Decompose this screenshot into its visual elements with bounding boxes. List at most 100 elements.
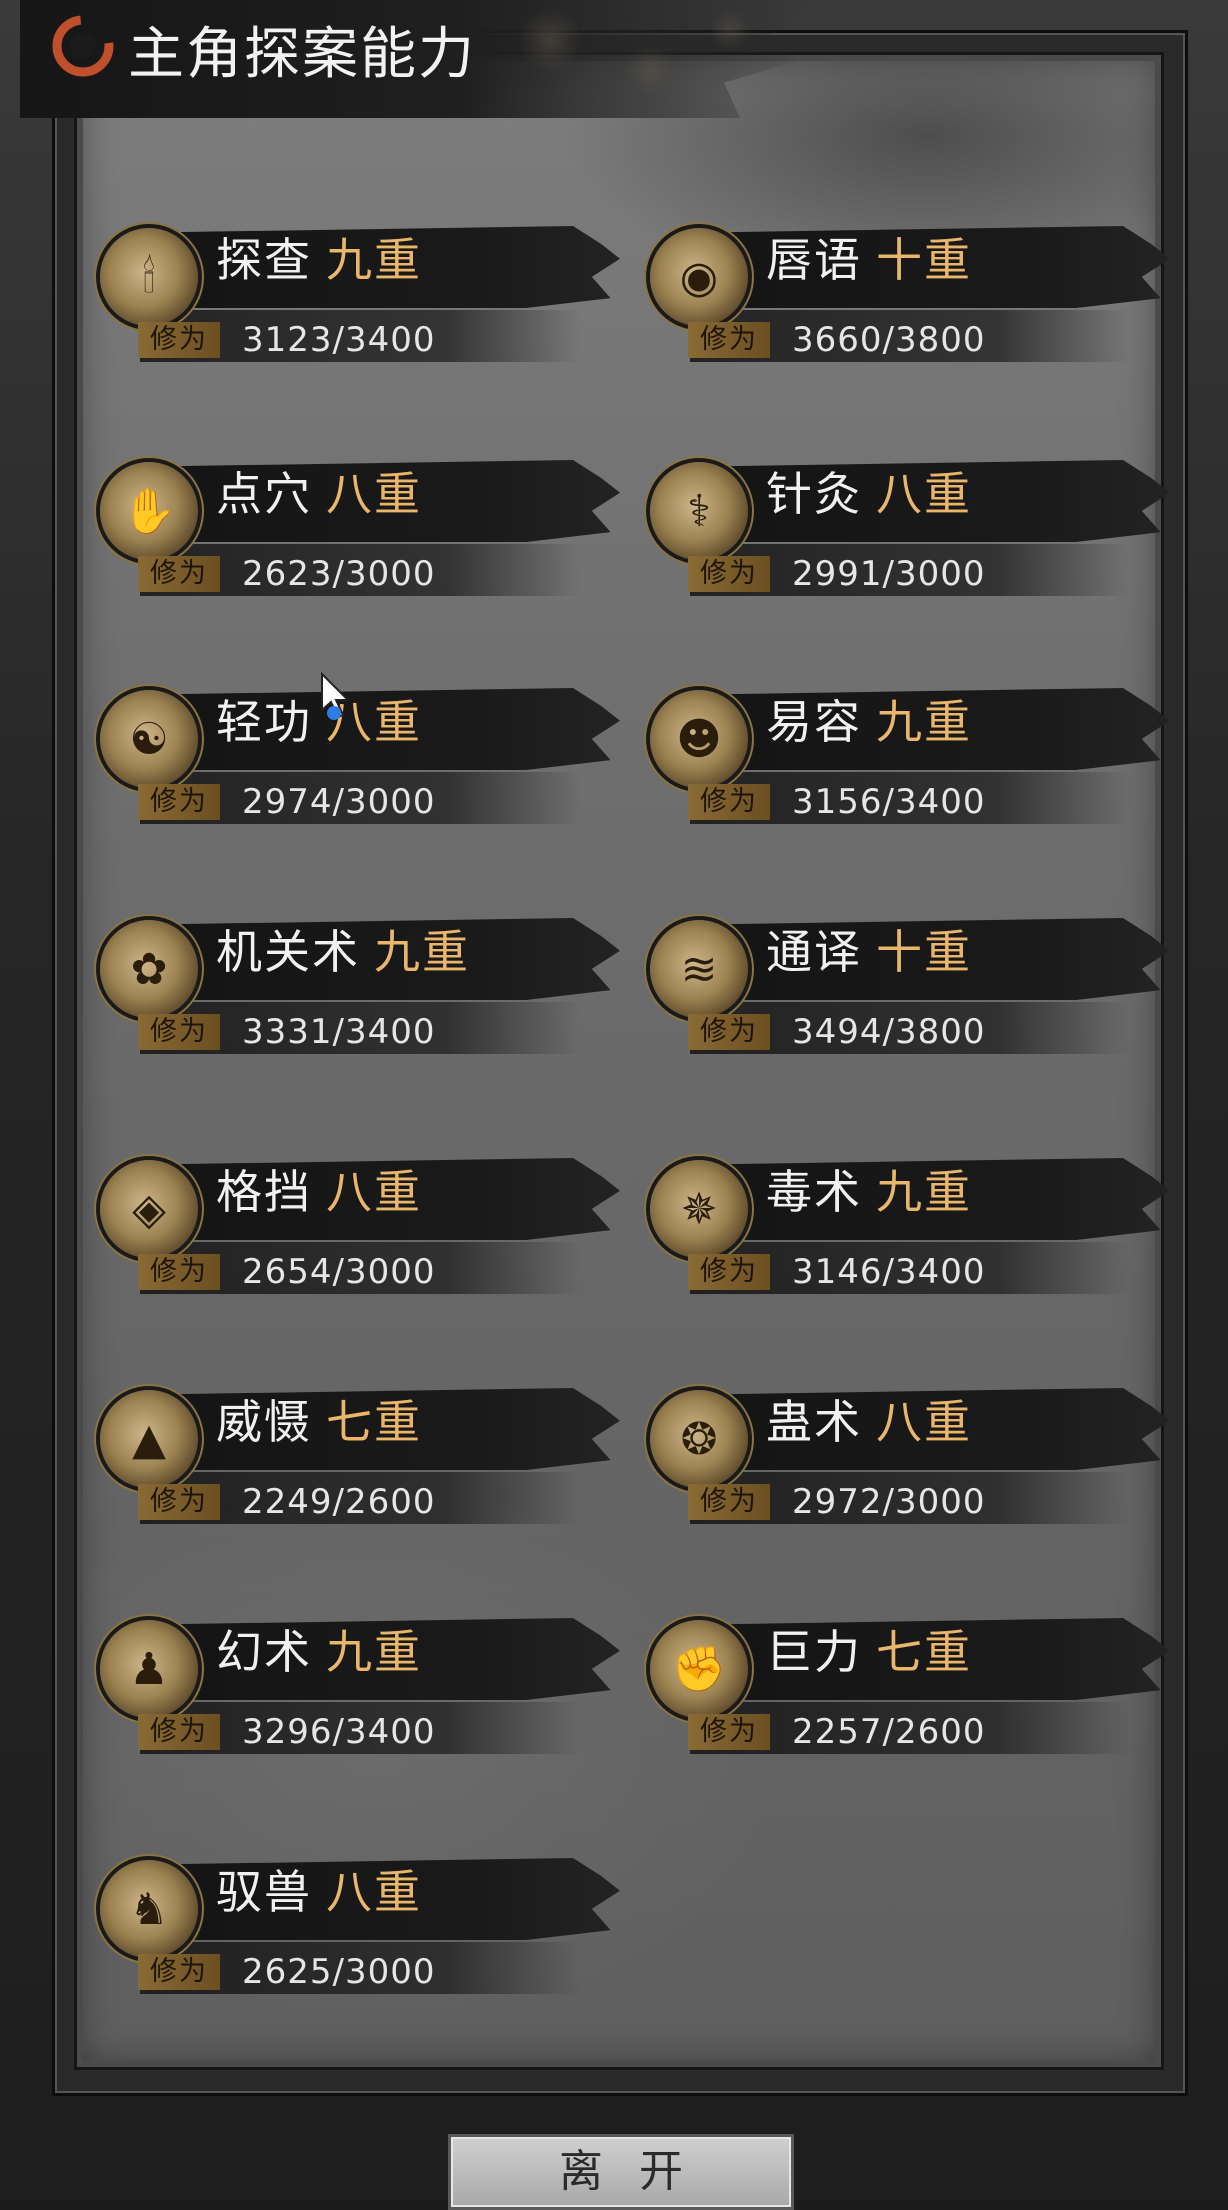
skill-name: 点穴 八重 xyxy=(216,464,422,524)
skill-name: 毒术 九重 xyxy=(766,1162,972,1222)
skill-name: 机关术 九重 xyxy=(216,922,470,982)
skill-rank: 八重 xyxy=(326,1865,422,1919)
skill-name-text: 幻术 xyxy=(216,1625,312,1679)
guardian-icon: ▲ xyxy=(100,1390,198,1488)
skill-xp-value: 2249/2600 xyxy=(242,1482,436,1522)
skill-name-text: 机关术 xyxy=(216,925,360,979)
xp-label: 修为 xyxy=(688,1714,770,1750)
skill-rank: 八重 xyxy=(876,467,972,521)
skill-rank: 八重 xyxy=(326,467,422,521)
skill-card[interactable]: ♞ 驭兽 八重 修为 2625/3000 xyxy=(80,1832,620,1994)
skill-card[interactable]: ✋ 点穴 八重 修为 2623/3000 xyxy=(80,434,620,596)
header-ornament xyxy=(430,0,810,118)
skill-xp-value: 2972/3000 xyxy=(792,1482,986,1522)
xp-label: 修为 xyxy=(138,1714,220,1750)
skill-rank: 十重 xyxy=(876,925,972,979)
game-logo-icon xyxy=(52,15,114,77)
candle-icon: 🕯 xyxy=(100,228,198,326)
skill-card[interactable]: ▲ 威慑 七重修为 2249/2600 xyxy=(80,1362,620,1524)
insect-icon: ❂ xyxy=(650,1390,748,1488)
skill-name-text: 毒术 xyxy=(766,1165,862,1219)
skill-card[interactable]: ✊ 巨力 七重修为 2257/2600 xyxy=(630,1592,1170,1754)
skill-name: 轻功 八重 xyxy=(216,692,422,752)
skill-name-text: 巨力 xyxy=(766,1625,862,1679)
skill-xp-value: 3123/3400 xyxy=(242,320,436,360)
xp-label: 修为 xyxy=(138,784,220,820)
skill-name: 驭兽 八重 xyxy=(216,1862,422,1922)
skill-card[interactable]: ❂ 蛊术 八重修为 2972/3000 xyxy=(630,1362,1170,1524)
skill-name: 探查 九重 xyxy=(216,230,422,290)
skill-rank: 九重 xyxy=(326,1625,422,1679)
skill-card[interactable]: ☯ 轻功 八重修为 2974/3000 xyxy=(80,662,620,824)
cursor-indicator xyxy=(327,706,341,720)
skill-xp-value: 2625/3000 xyxy=(242,1952,436,1992)
skill-card[interactable]: 🕯 探查 九重修为 3123/3400 xyxy=(80,200,620,362)
fist-icon: ✊ xyxy=(650,1620,748,1718)
skill-rank: 十重 xyxy=(876,233,972,287)
mask-icon: ☻ xyxy=(650,690,748,788)
skill-xp-value: 2623/3000 xyxy=(242,554,436,594)
flying-figure-icon: ☯ xyxy=(100,690,198,788)
skill-name: 通译 十重 xyxy=(766,922,972,982)
hand-icon: ✋ xyxy=(100,462,198,560)
skill-rank: 九重 xyxy=(326,233,422,287)
xp-label: 修为 xyxy=(688,1014,770,1050)
skill-name: 格挡 八重 xyxy=(216,1162,422,1222)
skill-xp-value: 2974/3000 xyxy=(242,782,436,822)
skill-xp-value: 2654/3000 xyxy=(242,1252,436,1292)
skill-name-text: 格挡 xyxy=(216,1165,312,1219)
gear-icon: ✿ xyxy=(100,920,198,1018)
skill-name: 威慑 七重 xyxy=(216,1392,422,1452)
xp-label: 修为 xyxy=(688,322,770,358)
needle-icon: ⚕ xyxy=(650,462,748,560)
xp-label: 修为 xyxy=(688,1484,770,1520)
xp-label: 修为 xyxy=(138,1954,220,1990)
skill-xp-value: 2257/2600 xyxy=(792,1712,986,1752)
xp-label: 修为 xyxy=(688,784,770,820)
xp-label: 修为 xyxy=(138,1014,220,1050)
skill-xp-value: 3331/3400 xyxy=(242,1012,436,1052)
skill-name-text: 针灸 xyxy=(766,467,862,521)
skill-name: 唇语 十重 xyxy=(766,230,972,290)
skill-rank: 九重 xyxy=(876,695,972,749)
skill-name-text: 探查 xyxy=(216,233,312,287)
scroll-icon: ≋ xyxy=(650,920,748,1018)
skill-name-text: 威慑 xyxy=(216,1395,312,1449)
skill-rank: 八重 xyxy=(326,1165,422,1219)
skill-card[interactable]: ✿ 机关术 九重修为 3331/3400 xyxy=(80,892,620,1054)
skill-xp-value: 3660/3800 xyxy=(792,320,986,360)
skill-xp-value: 3494/3800 xyxy=(792,1012,986,1052)
skill-name: 幻术 九重 xyxy=(216,1622,422,1682)
spider-icon: ✵ xyxy=(650,1160,748,1258)
skill-name: 易容 九重 xyxy=(766,692,972,752)
skill-rank: 八重 xyxy=(876,1395,972,1449)
xp-label: 修为 xyxy=(688,556,770,592)
skill-card[interactable]: ✵ 毒术 九重修为 3146/3400 xyxy=(630,1132,1170,1294)
skill-card[interactable]: ♟ 幻术 九重修为 3296/3400 xyxy=(80,1592,620,1754)
skill-name: 巨力 七重 xyxy=(766,1622,972,1682)
lips-icon: ◉ xyxy=(650,228,748,326)
xp-label: 修为 xyxy=(688,1254,770,1290)
page-title: 主角探案能力 xyxy=(128,22,476,87)
shield-icon: ◈ xyxy=(100,1160,198,1258)
skill-xp-value: 3296/3400 xyxy=(242,1712,436,1752)
skill-card[interactable]: ◉ 唇语 十重修为 3660/3800 xyxy=(630,200,1170,362)
leave-button[interactable]: 离开 xyxy=(448,2134,794,2210)
xp-label: 修为 xyxy=(138,1484,220,1520)
skill-xp-value: 3146/3400 xyxy=(792,1252,986,1292)
skill-name-text: 唇语 xyxy=(766,233,862,287)
skill-name: 蛊术 八重 xyxy=(766,1392,972,1452)
skill-card[interactable]: ≋ 通译 十重修为 3494/3800 xyxy=(630,892,1170,1054)
skill-name-text: 点穴 xyxy=(216,467,312,521)
skill-rank: 七重 xyxy=(326,1395,422,1449)
skill-card[interactable]: ◈ 格挡 八重 修为 2654/3000 xyxy=(80,1132,620,1294)
skill-rank: 九重 xyxy=(876,1165,972,1219)
skill-card[interactable]: ☻ 易容 九重修为 3156/3400 xyxy=(630,662,1170,824)
xp-label: 修为 xyxy=(138,322,220,358)
skill-name-text: 蛊术 xyxy=(766,1395,862,1449)
skill-rank: 七重 xyxy=(876,1625,972,1679)
skill-name-text: 易容 xyxy=(766,695,862,749)
hooded-figure-icon: ♟ xyxy=(100,1620,198,1718)
skill-xp-value: 3156/3400 xyxy=(792,782,986,822)
skill-card[interactable]: ⚕ 针灸 八重 修为 2991/3000 xyxy=(630,434,1170,596)
